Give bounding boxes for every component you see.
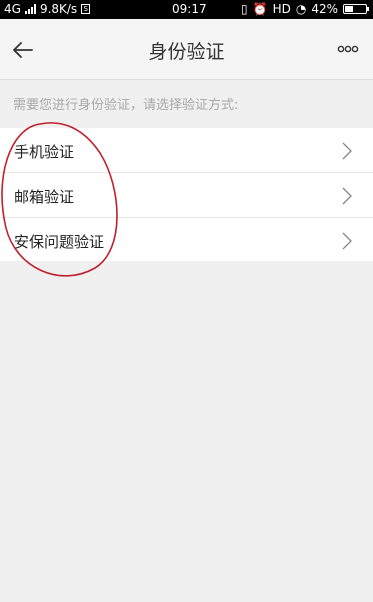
battery-percent: 42% bbox=[311, 2, 338, 16]
option-label: 邮箱验证 bbox=[14, 188, 75, 206]
page-title: 身份验证 bbox=[148, 41, 225, 63]
vibrate-icon: ▯ bbox=[241, 2, 248, 16]
sim-icon: S bbox=[81, 4, 91, 14]
signal-icon bbox=[24, 4, 36, 14]
chevron-right-icon bbox=[342, 142, 352, 160]
network-type: 4G bbox=[4, 2, 21, 16]
network-speed: 9.8K/s bbox=[39, 2, 78, 16]
status-left: 4G 9.8K/s S bbox=[4, 2, 91, 16]
hd-label: HD bbox=[272, 2, 291, 16]
status-time: 09:17 bbox=[172, 2, 207, 16]
chevron-right-icon bbox=[342, 232, 352, 250]
verification-options-list: 手机验证 邮箱验证 安保问题验证 bbox=[0, 128, 373, 261]
option-security-question-verification[interactable]: 安保问题验证 bbox=[0, 218, 373, 261]
status-bar: 4G 9.8K/s S 09:17 ▯ ⏰ HD ◔ 42% bbox=[0, 0, 373, 19]
more-options-icon[interactable] bbox=[335, 39, 361, 59]
header: 身份验证 bbox=[0, 19, 373, 80]
option-email-verification[interactable]: 邮箱验证 bbox=[0, 173, 373, 218]
verification-prompt: 需要您进行身份验证，请选择验证方式: bbox=[13, 98, 239, 113]
status-right: ▯ ⏰ HD ◔ 42% bbox=[241, 2, 369, 16]
option-phone-verification[interactable]: 手机验证 bbox=[0, 128, 373, 173]
option-label: 手机验证 bbox=[14, 143, 75, 161]
wifi-icon: ◔ bbox=[295, 2, 307, 16]
alarm-icon: ⏰ bbox=[252, 2, 268, 16]
battery-icon bbox=[343, 4, 369, 14]
chevron-right-icon bbox=[342, 187, 352, 205]
option-label: 安保问题验证 bbox=[14, 233, 105, 251]
